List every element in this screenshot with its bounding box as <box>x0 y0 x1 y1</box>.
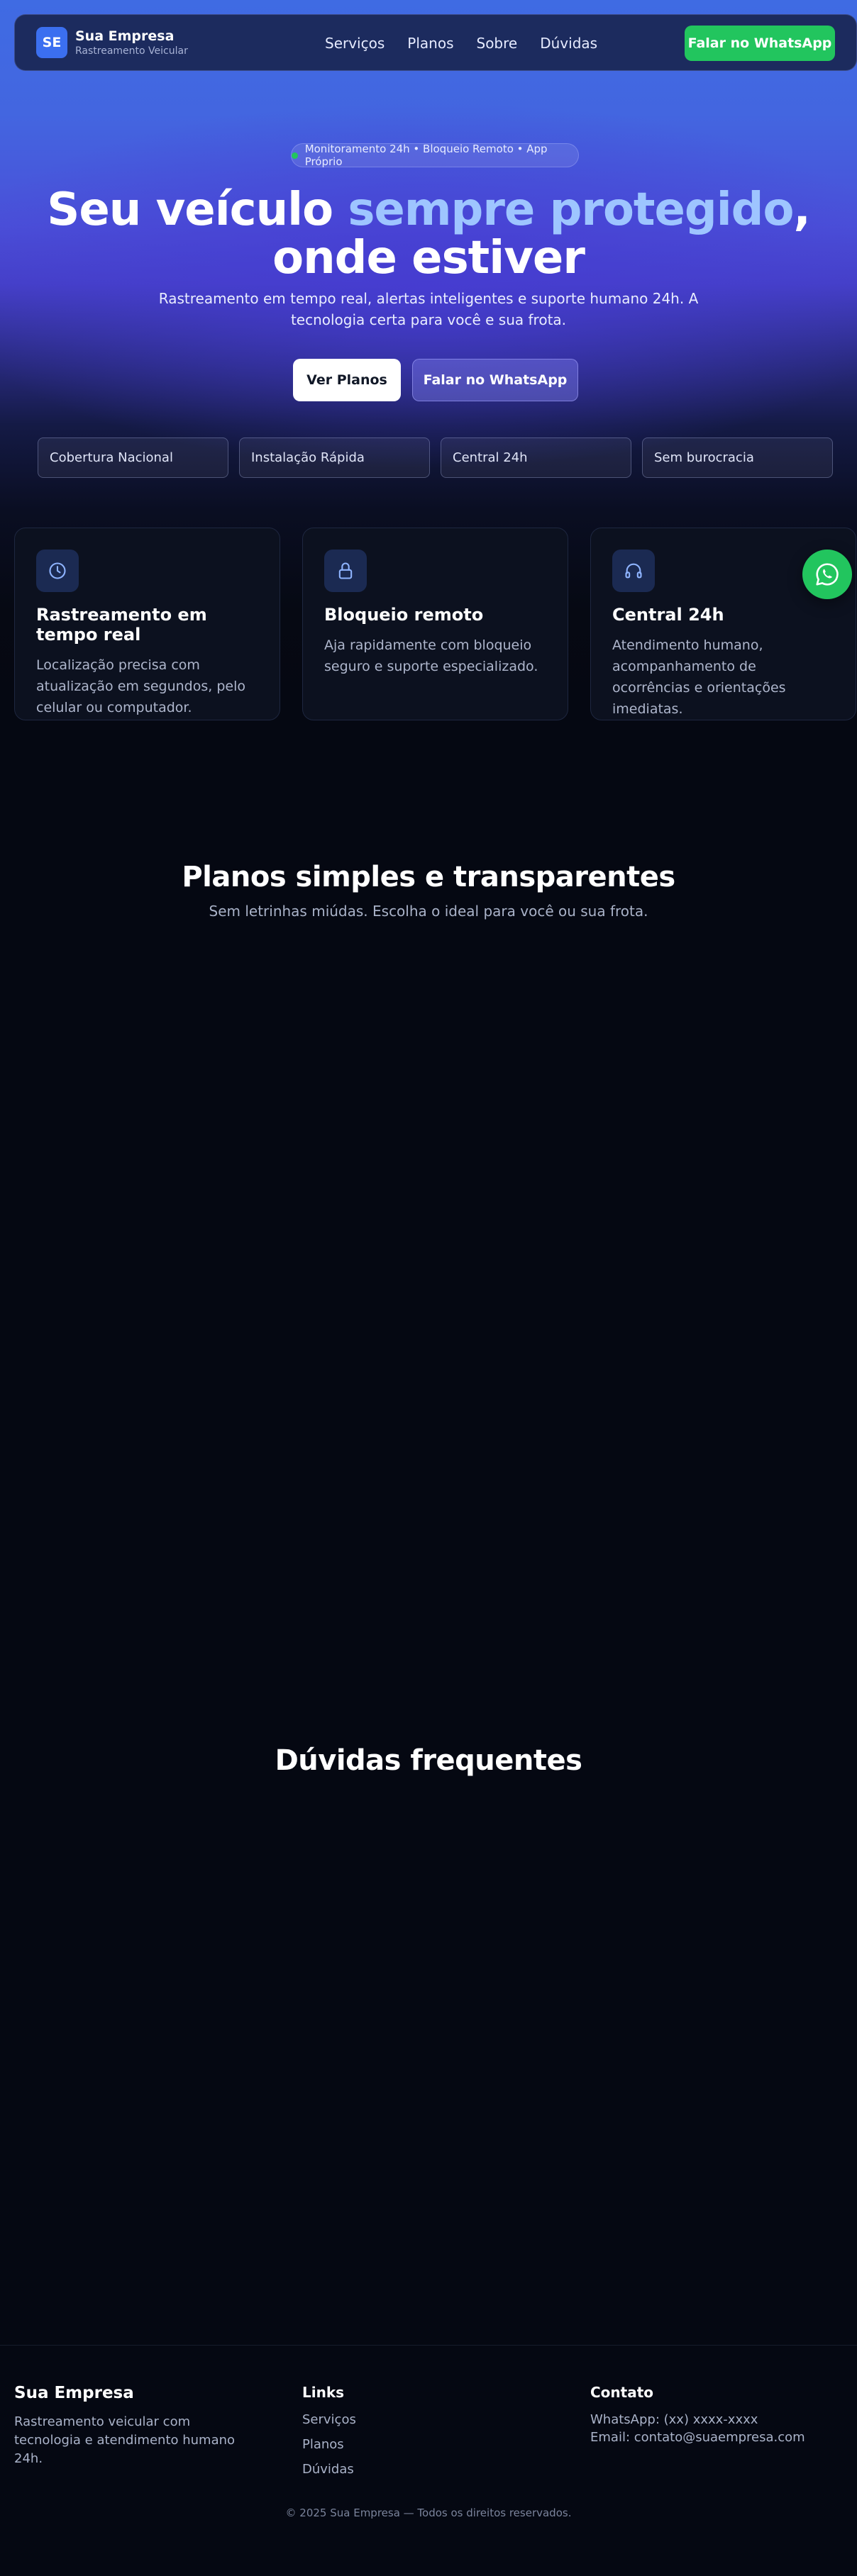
copyright: © 2025 Sua Empresa — Todos os direitos r… <box>285 2507 572 2519</box>
footer-brand: Sua Empresa <box>14 2384 134 2402</box>
feature-chip: Sem burocracia <box>642 437 833 478</box>
lock-icon <box>324 550 367 592</box>
service-card-tracking: Rastreamento em tempo real Localização p… <box>14 528 280 720</box>
footer-links-title: Links <box>302 2384 345 2401</box>
hero-title-part1: Seu veículo <box>47 184 348 236</box>
footer-description: Rastreamento veicular com tecnologia e a… <box>14 2414 236 2466</box>
logo[interactable]: SE <box>36 27 67 58</box>
view-plans-button[interactable]: Ver Planos <box>293 359 401 401</box>
whatsapp-nav-button[interactable]: Falar no WhatsApp <box>685 26 835 61</box>
hero-subtitle: Rastreamento em tempo real, alertas inte… <box>158 290 699 328</box>
whatsapp-hero-button[interactable]: Falar no WhatsApp <box>412 359 578 401</box>
service-card-text: Localização precisa com atualização em s… <box>36 657 245 715</box>
feature-chip: Instalação Rápida <box>239 437 430 478</box>
feature-chip: Central 24h <box>441 437 631 478</box>
faq-title: Dúvidas frequentes <box>275 1744 582 1777</box>
nav-link-duvidas[interactable]: Dúvidas <box>540 35 597 52</box>
whatsapp-floating-button[interactable] <box>802 550 852 599</box>
nav-link-servicos[interactable]: Serviços <box>325 35 385 52</box>
logo-initials: SE <box>42 35 62 50</box>
clock-icon <box>36 550 79 592</box>
hero-title-highlight: sempre protegido <box>348 184 794 236</box>
whatsapp-icon <box>816 563 839 586</box>
hero-title-part2: , <box>793 184 810 236</box>
footer-email[interactable]: Email: contato@suaempresa.com <box>590 2430 805 2445</box>
footer-whatsapp[interactable]: WhatsApp: (xx) xxxx-xxxx <box>590 2412 758 2427</box>
hero-badge: Monitoramento 24h • Bloqueio Remoto • Ap… <box>291 143 579 168</box>
feature-chip: Cobertura Nacional <box>38 437 228 478</box>
hero-badge-text: Monitoramento 24h • Bloqueio Remoto • Ap… <box>304 143 548 168</box>
nav-link-sobre[interactable]: Sobre <box>477 35 518 52</box>
services-cards: Rastreamento em tempo real Localização p… <box>14 528 857 720</box>
nav-link-planos[interactable]: Planos <box>407 35 453 52</box>
nav-links: Serviços Planos Sobre Dúvidas <box>325 15 597 72</box>
hero-title-line2: onde estiver <box>272 232 585 284</box>
hero-features: Cobertura Nacional Instalação Rápida Cen… <box>38 437 833 478</box>
service-card-remote-block: Bloqueio remoto Aja rapidamente com bloq… <box>302 528 568 720</box>
top-navbar: SE Sua Empresa Rastreamento Veicular Ser… <box>14 14 857 71</box>
hero-title: Seu veículo sempre protegido, onde estiv… <box>0 186 857 282</box>
status-dot-icon <box>292 152 298 159</box>
footer-link-servicos[interactable]: Serviços <box>302 2412 356 2427</box>
brand: Sua Empresa Rastreamento Veicular <box>75 28 188 57</box>
brand-tagline: Rastreamento Veicular <box>75 45 188 57</box>
service-card-title: Bloqueio remoto <box>324 605 484 625</box>
plans-title: Planos simples e transparentes <box>182 861 675 893</box>
service-card-text: Atendimento humano, acompanhamento de oc… <box>612 637 786 717</box>
service-card-text: Aja rapidamente com bloqueio seguro e su… <box>324 637 538 674</box>
brand-name: Sua Empresa <box>75 28 175 44</box>
plans-subtitle: Sem letrinhas miúdas. Escolha o ideal pa… <box>209 903 648 920</box>
footer-divider <box>0 2345 857 2346</box>
service-card-title: Rastreamento em tempo real <box>36 605 207 645</box>
footer-link-planos[interactable]: Planos <box>302 2437 344 2452</box>
service-card-title: Central 24h <box>612 605 724 625</box>
footer-link-duvidas[interactable]: Dúvidas <box>302 2462 354 2477</box>
headphones-icon <box>612 550 655 592</box>
footer-contact-title: Contato <box>590 2384 654 2401</box>
